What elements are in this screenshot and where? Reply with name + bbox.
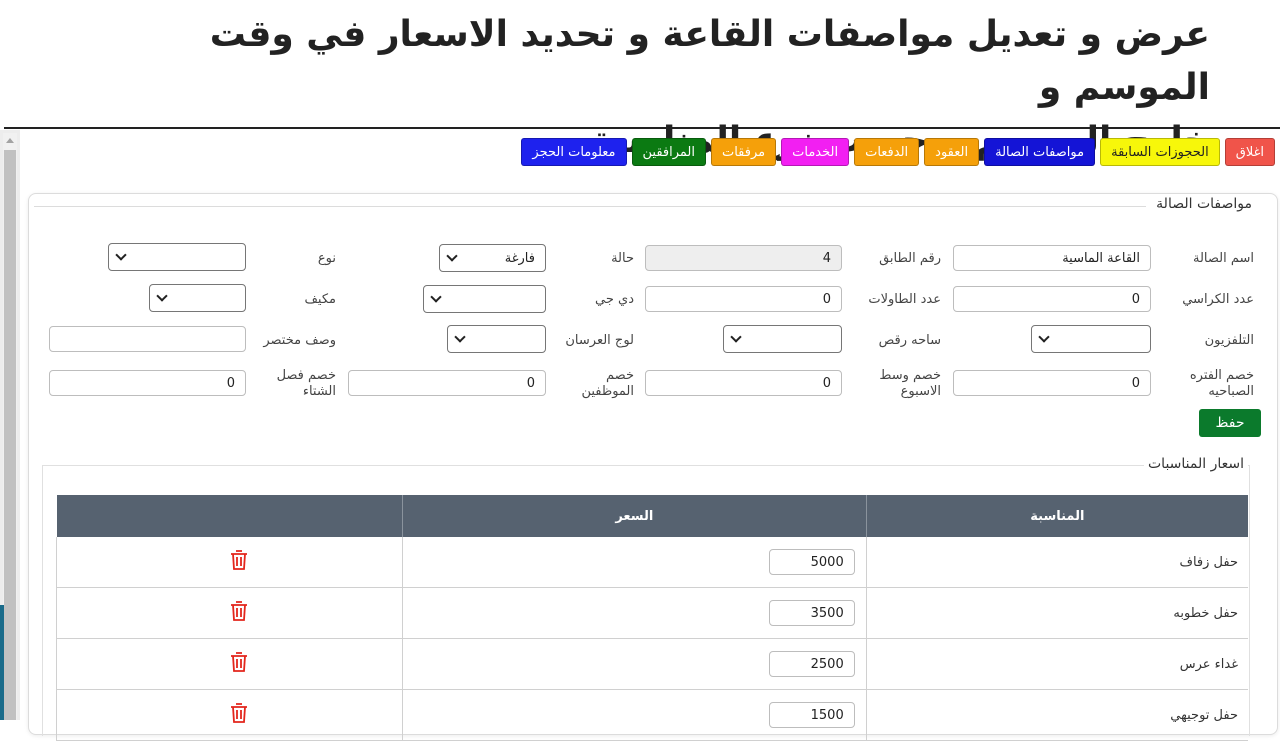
status-label: حالة bbox=[611, 251, 634, 266]
status-select[interactable]: فارغة bbox=[439, 244, 546, 272]
morning-discount-label: خصم الفتره الصباحيه bbox=[1189, 368, 1254, 399]
dj-label: دي جي bbox=[595, 292, 634, 307]
price-column-header: السعر bbox=[401, 495, 867, 537]
midweek-discount-label: خصم وسط الاسبوع bbox=[879, 368, 941, 399]
morning-discount-input[interactable] bbox=[953, 370, 1151, 396]
actions-cell bbox=[56, 638, 403, 690]
short-desc-label: وصف مختصر bbox=[263, 333, 336, 348]
tv-label: التلفزيون bbox=[1204, 333, 1254, 348]
chevron-down-icon bbox=[1038, 331, 1050, 343]
ac-label: مكيف bbox=[304, 292, 336, 307]
title-divider bbox=[4, 127, 1280, 129]
occasion-cell: غداء عرس bbox=[865, 638, 1248, 690]
chevron-down-icon bbox=[730, 331, 742, 343]
prices-table: المناسبة السعر حفل زفاف حفل خطوبه غداء ع… bbox=[56, 495, 1248, 741]
price-cell bbox=[401, 587, 867, 639]
midweek-discount-input[interactable] bbox=[645, 370, 842, 396]
table-row: غداء عرس bbox=[56, 638, 1248, 690]
toolbar: معلومات الحجز المرافقين مرفقات الخدمات ا… bbox=[521, 138, 1275, 166]
winter-discount-label: خصم فصل الشتاء bbox=[276, 368, 336, 399]
hall-name-input[interactable] bbox=[953, 245, 1151, 271]
winter-discount-input[interactable] bbox=[49, 370, 246, 396]
chevron-down-icon bbox=[156, 290, 168, 302]
chevron-down-icon bbox=[115, 249, 127, 261]
price-cell bbox=[401, 537, 867, 588]
actions-cell bbox=[56, 537, 403, 588]
actions-cell bbox=[56, 689, 403, 741]
trash-icon[interactable] bbox=[229, 549, 249, 571]
staff-discount-label: خصم الموظفين bbox=[581, 368, 634, 399]
prices-legend: اسعار المناسبات bbox=[1144, 456, 1248, 472]
dance-floor-select[interactable] bbox=[723, 325, 842, 353]
companions-button[interactable]: المرافقين bbox=[631, 138, 706, 166]
occasion-cell: حفل زفاف bbox=[865, 537, 1248, 588]
hall-specs-button[interactable]: مواصفات الصالة bbox=[984, 138, 1096, 166]
specs-legend: مواصفات الصالة bbox=[1152, 196, 1256, 212]
price-cell bbox=[401, 689, 867, 741]
scroll-up-arrow-icon[interactable] bbox=[6, 138, 14, 143]
booking-info-button[interactable]: معلومات الحجز bbox=[521, 138, 627, 166]
payments-button[interactable]: الدفعات bbox=[854, 138, 920, 166]
attachments-button[interactable]: مرفقات bbox=[710, 138, 777, 166]
occasion-column-header: المناسبة bbox=[865, 495, 1248, 537]
occasion-cell: حفل خطوبه bbox=[865, 587, 1248, 639]
price-input[interactable] bbox=[768, 549, 855, 575]
table-row: حفل خطوبه bbox=[56, 587, 1248, 639]
type-label: نوع bbox=[317, 251, 336, 266]
chairs-label: عدد الكراسي bbox=[1182, 292, 1254, 307]
tv-select[interactable] bbox=[1031, 325, 1151, 353]
actions-column-header bbox=[56, 495, 403, 537]
table-row: حفل زفاف bbox=[56, 537, 1248, 588]
prices-header-row: المناسبة السعر bbox=[56, 495, 1248, 537]
price-cell bbox=[401, 638, 867, 690]
slide-title-line1: عرض و تعديل مواصفات القاعة و تحديد الاسع… bbox=[209, 14, 1210, 108]
actions-cell bbox=[56, 587, 403, 639]
tables-label: عدد الطاولات bbox=[868, 292, 941, 307]
couple-stage-select[interactable] bbox=[447, 325, 546, 353]
trash-icon[interactable] bbox=[229, 651, 249, 673]
type-select[interactable] bbox=[108, 243, 246, 271]
trash-icon[interactable] bbox=[229, 702, 249, 724]
services-button[interactable]: الخدمات bbox=[781, 138, 850, 166]
close-button[interactable]: اغلاق bbox=[1224, 138, 1275, 166]
chevron-down-icon bbox=[446, 250, 458, 262]
short-desc-input[interactable] bbox=[49, 326, 246, 352]
price-input[interactable] bbox=[768, 600, 855, 626]
specs-fieldset-border bbox=[34, 206, 1146, 207]
ac-select[interactable] bbox=[149, 284, 246, 312]
chevron-down-icon bbox=[454, 331, 466, 343]
occasion-cell: حفل توجيهي bbox=[865, 689, 1248, 741]
trash-icon[interactable] bbox=[229, 600, 249, 622]
hall-name-label: اسم الصالة bbox=[1192, 251, 1254, 266]
price-input[interactable] bbox=[768, 651, 855, 677]
floor-label: رقم الطابق bbox=[879, 251, 941, 266]
floor-input[interactable] bbox=[645, 245, 842, 271]
couple-stage-label: لوج العرسان bbox=[565, 333, 634, 348]
dance-floor-label: ساحه رقص bbox=[878, 333, 941, 348]
status-select-value: فارغة bbox=[504, 250, 535, 266]
tables-input[interactable] bbox=[645, 286, 842, 312]
staff-discount-input[interactable] bbox=[348, 370, 546, 396]
chevron-down-icon bbox=[430, 291, 442, 303]
dj-select[interactable] bbox=[423, 285, 546, 313]
background-accent bbox=[0, 605, 4, 720]
chairs-input[interactable] bbox=[953, 286, 1151, 312]
contracts-button[interactable]: العقود bbox=[924, 138, 980, 166]
scrollbar-thumb[interactable] bbox=[4, 150, 16, 720]
table-row: حفل توجيهي bbox=[56, 689, 1248, 741]
previous-bookings-button[interactable]: الحجوزات السابقة bbox=[1100, 138, 1220, 166]
price-input[interactable] bbox=[768, 702, 855, 728]
save-button[interactable]: حفظ bbox=[1199, 409, 1261, 437]
